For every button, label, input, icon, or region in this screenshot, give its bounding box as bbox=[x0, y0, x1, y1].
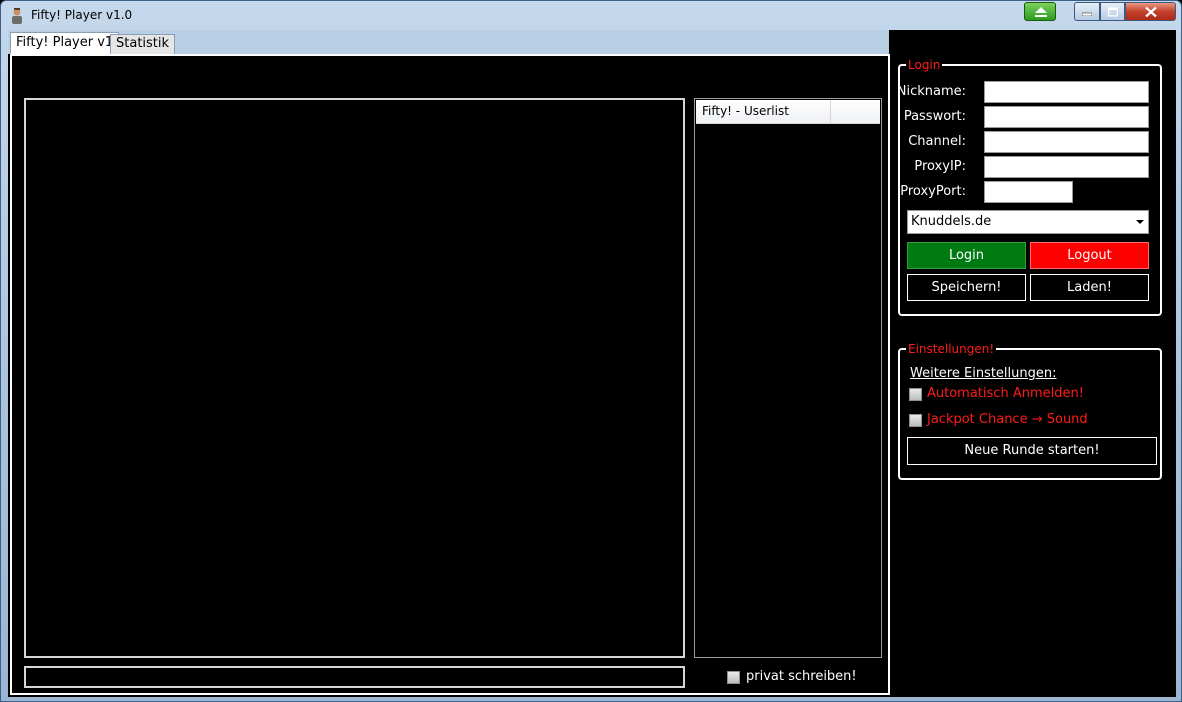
message-input[interactable] bbox=[24, 666, 685, 688]
minimize-button[interactable] bbox=[1074, 2, 1100, 21]
settings-legend: Einstellungen! bbox=[906, 341, 997, 357]
tab-strip: Fifty! Player v1 Statistik bbox=[8, 30, 889, 55]
tab-page: Fifty! - Userlist privat schreiben! bbox=[10, 54, 890, 695]
proxyip-label: ProxyIP: bbox=[914, 159, 966, 174]
proxyport-label: ProxyPort: bbox=[900, 184, 966, 199]
login-group: Login Nickname: Passwort: Channel: Proxy… bbox=[896, 57, 1162, 316]
auto-login-label: Automatisch Anmelden! bbox=[927, 386, 1084, 401]
proxyip-input[interactable] bbox=[984, 156, 1149, 178]
save-button[interactable]: Speichern! bbox=[907, 274, 1026, 301]
maximize-button[interactable] bbox=[1100, 2, 1125, 21]
app-icon bbox=[9, 7, 25, 25]
eject-icon bbox=[1035, 7, 1047, 17]
title-bar[interactable]: Fifty! Player v1.0 bbox=[1, 1, 1181, 31]
window-title: Fifty! Player v1.0 bbox=[31, 8, 133, 22]
close-icon bbox=[1144, 6, 1157, 17]
tab-statistik[interactable]: Statistik bbox=[110, 34, 176, 54]
nickname-label: Nickname: bbox=[896, 84, 966, 99]
eject-button[interactable] bbox=[1024, 2, 1056, 21]
client-area: Fifty! Player v1 Statistik Fifty! - User… bbox=[8, 30, 1176, 697]
chevron-down-icon bbox=[1136, 220, 1144, 224]
password-input[interactable] bbox=[984, 106, 1149, 128]
tab-fifty-player[interactable]: Fifty! Player v1 bbox=[10, 32, 120, 55]
chat-output[interactable] bbox=[24, 98, 685, 658]
load-button[interactable]: Laden! bbox=[1030, 274, 1149, 301]
private-checkbox[interactable] bbox=[727, 671, 740, 684]
auto-login-checkbox[interactable] bbox=[909, 388, 922, 401]
userlist[interactable]: Fifty! - Userlist bbox=[694, 98, 882, 658]
login-button[interactable]: Login bbox=[907, 242, 1026, 269]
userlist-column-header[interactable]: Fifty! - Userlist bbox=[696, 100, 831, 124]
close-button[interactable] bbox=[1125, 2, 1176, 21]
maximize-icon bbox=[1107, 7, 1118, 16]
settings-heading: Weitere Einstellungen: bbox=[910, 366, 1057, 381]
window-controls bbox=[1074, 2, 1176, 21]
proxyport-input[interactable] bbox=[984, 181, 1073, 203]
server-select-value: Knuddels.de bbox=[911, 214, 992, 229]
minimize-icon bbox=[1082, 12, 1092, 16]
jackpot-sound-checkbox[interactable] bbox=[909, 414, 922, 427]
channel-label: Channel: bbox=[908, 134, 966, 149]
new-round-button[interactable]: Neue Runde starten! bbox=[907, 437, 1157, 465]
password-label: Passwort: bbox=[903, 109, 966, 124]
login-legend: Login bbox=[906, 57, 943, 73]
private-label: privat schreiben! bbox=[746, 669, 857, 684]
settings-group: Einstellungen! Weitere Einstellungen: Au… bbox=[898, 341, 1162, 480]
userlist-header: Fifty! - Userlist bbox=[696, 100, 880, 124]
logout-button[interactable]: Logout bbox=[1030, 242, 1149, 269]
jackpot-sound-label: Jackpot Chance → Sound bbox=[927, 412, 1088, 427]
channel-input[interactable] bbox=[984, 131, 1149, 153]
server-select[interactable]: Knuddels.de bbox=[907, 210, 1149, 234]
app-window: Fifty! Player v1.0 Fifty! Player v1 Stat… bbox=[0, 0, 1182, 702]
nickname-input[interactable] bbox=[984, 81, 1149, 103]
